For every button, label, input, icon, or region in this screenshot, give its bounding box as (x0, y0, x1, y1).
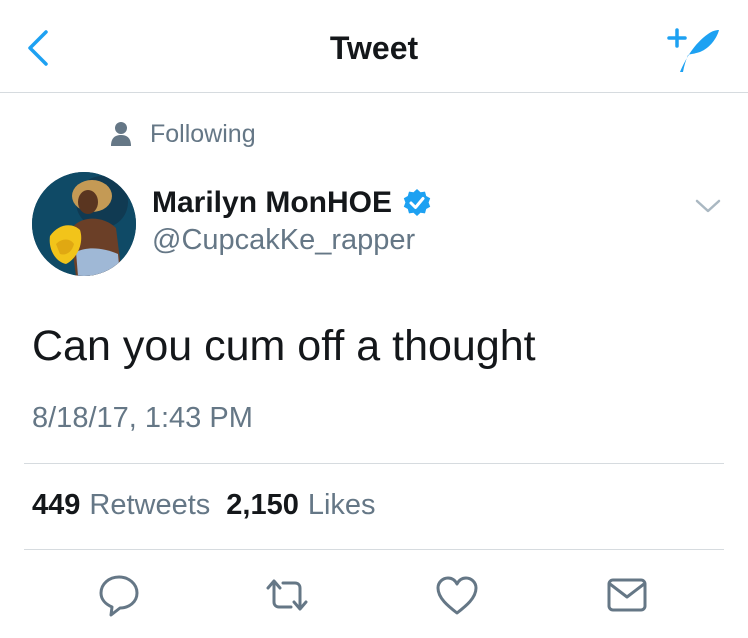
author-name[interactable]: Marilyn MonHOE (152, 186, 392, 220)
person-icon (111, 122, 131, 146)
retweets-label[interactable]: Retweets (89, 489, 210, 522)
chevron-down-icon[interactable] (694, 196, 722, 216)
navigation-bar: Tweet (0, 0, 748, 93)
social-context: Following (110, 118, 256, 150)
author-handle[interactable]: @CupcakKe_rapper (152, 224, 415, 257)
tweet-stats: 449 Retweets 2,150 Likes (32, 489, 376, 522)
retweet-icon[interactable] (264, 572, 310, 618)
likes-count[interactable]: 2,150 (226, 489, 299, 522)
retweets-count[interactable]: 449 (32, 489, 80, 522)
tweet-timestamp: 8/18/17, 1:43 PM (32, 402, 253, 434)
avatar[interactable] (32, 172, 136, 276)
tweet-text: Can you cum off a thought (32, 322, 536, 370)
likes-label[interactable]: Likes (308, 489, 376, 522)
divider (24, 463, 724, 464)
reply-icon[interactable] (96, 572, 142, 618)
like-icon[interactable] (434, 572, 480, 618)
author-name-row: Marilyn MonHOE (152, 186, 432, 220)
divider (24, 549, 724, 550)
verified-badge-icon (403, 189, 431, 216)
social-context-label: Following (150, 119, 256, 148)
avatar-image (32, 172, 136, 276)
direct-message-icon[interactable] (604, 572, 650, 618)
compose-tweet-icon[interactable] (664, 24, 722, 74)
page-title: Tweet (329, 30, 419, 66)
